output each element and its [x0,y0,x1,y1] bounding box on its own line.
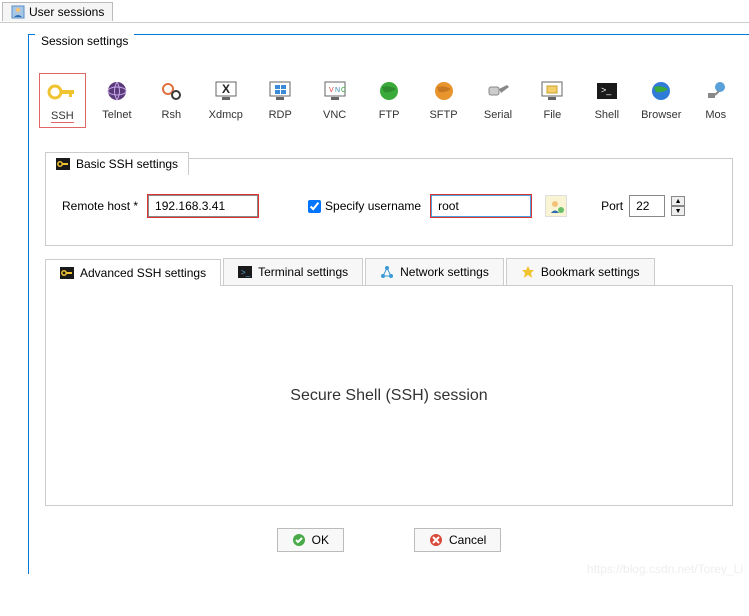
tab-terminal[interactable]: >_ Terminal settings [223,258,363,285]
serial-connector-icon [482,77,514,105]
protocol-label: RDP [269,109,292,121]
protocol-label: SSH [51,110,74,123]
protocol-rsh[interactable]: Rsh [148,73,194,128]
protocol-label: File [544,109,562,121]
tab-bookmark[interactable]: Bookmark settings [506,258,655,285]
folder-monitor-icon [536,77,568,105]
basic-ssh-tab: Basic SSH settings [45,152,189,175]
windows-monitor-icon [264,77,296,105]
globe-green-icon [373,77,405,105]
specify-username-label: Specify username [325,199,421,213]
protocol-shell[interactable]: >_ Shell [584,73,630,128]
ok-label: OK [312,533,329,547]
globe-orange-icon [428,77,460,105]
port-spin-down[interactable]: ▼ [671,206,685,216]
check-icon [292,533,306,547]
svg-text:>_: >_ [241,268,251,277]
tab-content-area: Secure Shell (SSH) session [45,286,733,506]
protocol-label: Shell [595,109,619,121]
satellite-icon [700,77,732,105]
top-divider [0,22,749,23]
terminal-small-icon: >_ [238,266,252,278]
user-icon [11,5,25,19]
session-title: Session settings [35,30,134,52]
globe-blue-icon [645,77,677,105]
protocol-label: VNC [323,109,346,121]
key-small-icon [60,267,74,279]
specify-username-check[interactable] [308,200,321,213]
tab-label: Advanced SSH settings [80,266,206,280]
specify-username-checkbox[interactable]: Specify username [308,199,421,213]
ok-button[interactable]: OK [277,528,344,552]
protocol-serial[interactable]: Serial [475,73,521,128]
svg-text:>_: >_ [601,85,612,95]
user-picker-button[interactable] [545,195,567,217]
protocol-label: FTP [379,109,400,121]
tab-network[interactable]: Network settings [365,258,504,285]
remote-host-input[interactable] [148,195,258,217]
content-message: Secure Shell (SSH) session [290,387,487,405]
protocol-mosh[interactable]: Mos [692,73,738,128]
protocol-label: Xdmcp [209,109,243,121]
tab-label: Network settings [400,265,489,279]
remote-host-label: Remote host * [62,199,138,213]
port-group: Port ▲ ▼ [601,195,685,217]
protocol-ftp[interactable]: FTP [366,73,412,128]
watermark: https://blog.csdn.net/Torey_Li [587,562,743,576]
key-small-icon [56,158,70,170]
tab-label: Terminal settings [258,265,348,279]
port-label: Port [601,199,623,213]
protocol-row: SSH Telnet Rsh X Xdmcp RDP VNC VNC FTP S… [29,53,749,134]
protocol-label: Telnet [102,109,131,121]
protocol-xdmcp[interactable]: X Xdmcp [203,73,249,128]
protocol-label: Serial [484,109,512,121]
cancel-button[interactable]: Cancel [414,528,501,552]
basic-ssh-title: Basic SSH settings [76,157,178,171]
settings-tabs: Advanced SSH settings >_ Terminal settin… [45,258,733,286]
cancel-label: Cancel [449,533,486,547]
star-icon [521,265,535,279]
port-input[interactable] [629,195,665,217]
x-monitor-icon: X [210,77,242,105]
svg-text:X: X [222,82,230,96]
key-icon [46,78,78,106]
port-spinner: ▲ ▼ [671,196,685,216]
top-tab-label: User sessions [29,5,104,19]
globe-purple-icon [101,77,133,105]
username-input[interactable] [431,195,531,217]
tab-label: Bookmark settings [541,265,640,279]
protocol-file[interactable]: File [529,73,575,128]
protocol-vnc[interactable]: VNC VNC [311,73,357,128]
tab-advanced-ssh[interactable]: Advanced SSH settings [45,259,221,286]
basic-ssh-group: Basic SSH settings Remote host * Specify… [45,158,733,246]
protocol-ssh[interactable]: SSH [39,73,86,128]
protocol-label: Mos [705,109,726,121]
top-tab-user-sessions[interactable]: User sessions [2,2,113,21]
protocol-sftp[interactable]: SFTP [420,73,466,128]
basic-form-row: Remote host * Specify username Port ▲ ▼ [46,175,732,245]
port-spin-up[interactable]: ▲ [671,196,685,206]
protocol-label: Browser [641,109,681,121]
protocol-browser[interactable]: Browser [638,73,684,128]
svg-text:N: N [335,87,340,94]
protocol-telnet[interactable]: Telnet [94,73,140,128]
cross-icon [429,533,443,547]
session-settings-panel: Session settings SSH Telnet Rsh X Xdmcp … [28,34,749,574]
network-icon [380,265,394,279]
vnc-monitor-icon: VNC [319,77,351,105]
terminal-icon: >_ [591,77,623,105]
svg-text:V: V [329,87,334,94]
gears-icon [155,77,187,105]
protocol-label: Rsh [162,109,182,121]
protocol-label: SFTP [429,109,457,121]
svg-text:C: C [341,87,346,94]
protocol-rdp[interactable]: RDP [257,73,303,128]
